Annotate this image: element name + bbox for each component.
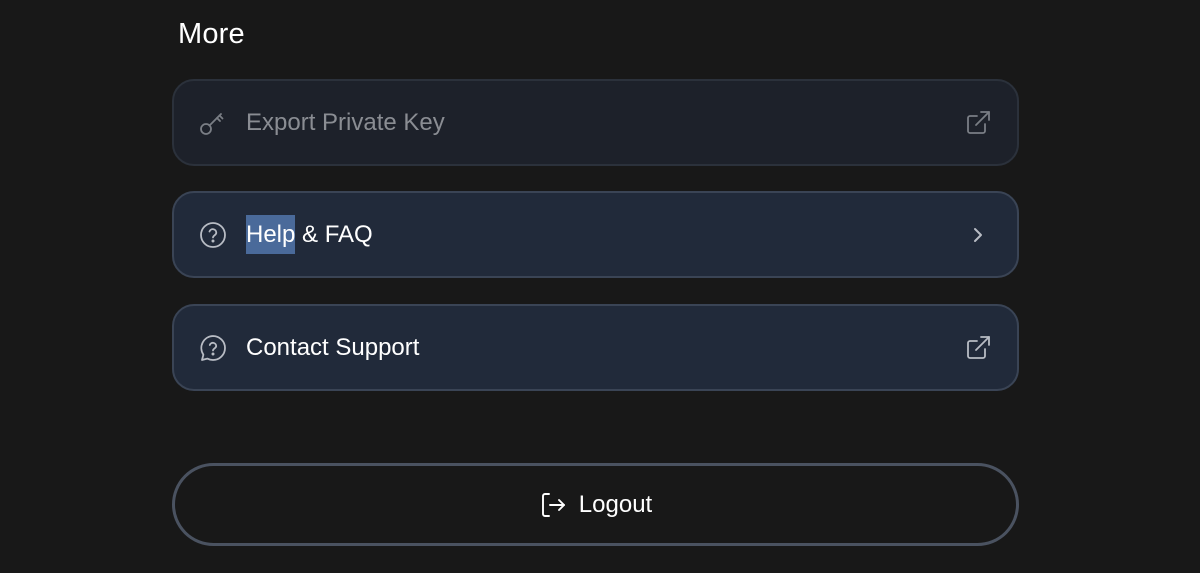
help-faq-label-rest: & FAQ [295,220,373,248]
logout-label: Logout [578,490,653,518]
chevron-right-icon [963,220,993,250]
export-private-key-label: Export Private Key [246,108,445,136]
contact-support-item[interactable]: Contact Support [172,304,1019,391]
logout-button[interactable]: Logout [172,463,1019,546]
contact-support-label: Contact Support [246,333,420,361]
help-circle-icon [198,220,228,250]
help-faq-item[interactable]: Help & FAQ [172,191,1019,278]
section-title: More [178,18,245,50]
chat-question-icon [198,333,228,363]
selected-text: Help [246,214,296,254]
logout-icon [539,491,567,519]
help-faq-label: Help & FAQ [246,214,373,254]
external-link-icon [963,108,993,138]
key-icon [198,108,228,138]
export-private-key-item[interactable]: Export Private Key [172,79,1019,166]
external-link-icon [963,333,993,363]
